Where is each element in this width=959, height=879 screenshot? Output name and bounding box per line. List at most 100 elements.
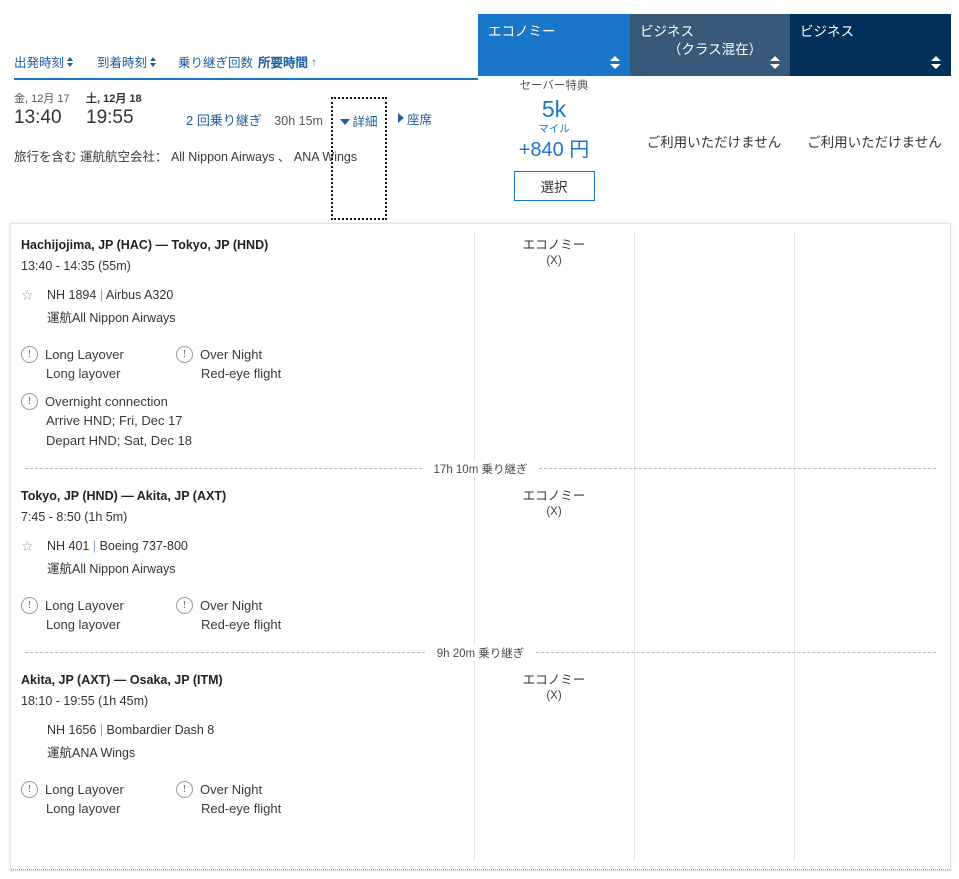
segment-fare-class: (X)	[546, 506, 562, 518]
flight-number: NH 401	[47, 539, 90, 553]
warning-icon: !	[21, 346, 38, 363]
details-link[interactable]: 詳細	[340, 111, 378, 218]
tab-business-mixed-line1: ビジネス	[640, 24, 694, 39]
sort-duration[interactable]: 所要時間 ↑	[258, 52, 317, 71]
warning-header: ! Long Layover	[21, 780, 176, 799]
tab-business-mixed-sort-icon[interactable]	[770, 54, 780, 70]
flight-segment: Tokyo, JP (HND) — Akita, JP (AXT) 7:45 -…	[11, 475, 950, 645]
flight-number: NH 1656	[47, 723, 97, 737]
tab-business-mixed-line2: （クラス混在）	[667, 42, 763, 57]
itinerary-summary: 金, 12月 17 13:40 土, 12月 18 19:55 2 回乗り継ぎ …	[14, 92, 484, 165]
layover-divider: 17h 10m 乗り継ぎ	[11, 460, 950, 477]
segment-flight-row: ☆ NH 401 | Boeing 737-800	[21, 537, 950, 555]
tab-economy[interactable]: エコノミー	[478, 14, 630, 76]
warning-icon: !	[21, 597, 38, 614]
warning-over-night: ! Over Night Red-eye flight	[176, 596, 331, 635]
sort-stops[interactable]: 乗り継ぎ回数	[178, 52, 253, 71]
tab-business-sort-icon[interactable]	[931, 54, 941, 70]
flight-number: NH 1894	[47, 288, 97, 302]
chevron-down-icon	[340, 119, 351, 125]
segment-operated-by: 運航All Nippon Airways	[47, 311, 176, 325]
select-button[interactable]: 選択	[513, 171, 595, 201]
sort-updown-icon	[67, 56, 74, 67]
segment-fare-class: (X)	[546, 255, 562, 267]
aircraft-type: Bombardier Dash 8	[106, 723, 215, 737]
aircraft-type: Airbus A320	[105, 288, 174, 302]
seats-link-label: 座席	[407, 113, 433, 127]
segment-cabin-name: エコノミー	[522, 489, 586, 503]
segment-cabin-name: エコノミー	[522, 238, 586, 252]
warning-title: Overnight connection	[45, 394, 168, 409]
layover-dash-right	[539, 468, 937, 469]
warning-header: ! Over Night	[176, 596, 331, 615]
flight-segment: Hachijojima, JP (HAC) — Tokyo, JP (HND) …	[11, 224, 950, 461]
warning-title: Over Night	[200, 598, 263, 613]
fare-business-mixed-unavailable: ご利用いただけません	[646, 135, 782, 150]
tab-business-label: ビジネス	[800, 24, 854, 39]
arrival-block: 土, 12月 18 19:55	[86, 92, 186, 130]
cabin-class-tabs: エコノミー ビジネス （クラス混在） ビジネス	[478, 14, 951, 76]
seats-link[interactable]: 座席	[398, 109, 432, 128]
warning-header: ! Over Night	[176, 780, 331, 799]
warning-subtitle: Red-eye flight	[201, 617, 282, 632]
segment-cabin-cell: エコノミー (X)	[474, 487, 634, 520]
warning-icon: !	[21, 781, 38, 798]
chevron-right-icon	[398, 113, 404, 123]
sort-departure-time[interactable]: 出発時刻	[14, 52, 74, 71]
segment-warnings: ! Long Layover Long layover ! Over Night…	[21, 596, 950, 635]
stops-count[interactable]: 2 回乗り継ぎ	[186, 113, 262, 128]
warning-long-layover: ! Long Layover Long layover	[21, 345, 176, 384]
warning-subtitle: Long layover	[46, 801, 121, 816]
sort-duration-label: 所要時間	[258, 56, 309, 70]
flight-search-result-page: エコノミー ビジネス （クラス混在） ビジネス 出発時刻 到着時刻 乗り継ぎ回数…	[0, 0, 959, 879]
operating-carriers-line: 旅行を含む 運航航空会社： All Nippon Airways 、 ANA W…	[14, 150, 358, 164]
tab-economy-sort-icon[interactable]	[610, 54, 620, 70]
warning-long-layover: ! Long Layover Long layover	[21, 780, 176, 819]
segment-flight-info: NH 401 | Boeing 737-800	[47, 539, 188, 553]
warning-row: ! Long Layover Long layover ! Over Night…	[21, 780, 950, 819]
segment-cabin-cell: エコノミー (X)	[474, 236, 634, 269]
layover-dash-left	[25, 652, 425, 653]
details-link-label: 詳細	[352, 115, 378, 129]
sort-departure-label: 出発時刻	[14, 56, 65, 70]
total-duration: 30h 15m	[274, 114, 323, 128]
fare-business-unavailable: ご利用いただけません	[807, 135, 942, 150]
warning-icon: !	[21, 393, 38, 410]
sort-bar: 出発時刻 到着時刻 乗り継ぎ回数 所要時間 ↑	[14, 52, 478, 80]
sort-ascending-arrow-icon: ↑	[311, 54, 318, 69]
departure-date: 金, 12月 17	[14, 93, 70, 105]
warning-icon: !	[176, 781, 193, 798]
segment-cabin-name: エコノミー	[522, 673, 586, 687]
warning-row: ! Overnight connection Arrive HND; Fri, …	[21, 392, 950, 451]
warning-subtitle: Red-eye flight	[201, 366, 282, 381]
warning-title: Over Night	[200, 347, 263, 362]
aircraft-type: Boeing 737-800	[99, 539, 188, 553]
tab-business-mixed-label: ビジネス （クラス混在）	[640, 23, 790, 59]
warning-icon: !	[176, 597, 193, 614]
layover-dash-left	[25, 468, 422, 469]
warning-title: Long Layover	[45, 347, 124, 362]
warning-header: ! Long Layover	[21, 596, 176, 615]
flight-segment: Akita, JP (AXT) — Osaka, JP (ITM) 18:10 …	[11, 659, 950, 829]
details-toggle-button[interactable]: 詳細	[331, 97, 387, 220]
panel-bottom-divider	[11, 869, 950, 870]
sort-arrival-time[interactable]: 到着時刻	[97, 52, 157, 71]
star-alliance-icon: ☆	[21, 538, 34, 554]
tab-business-mixed[interactable]: ビジネス （クラス混在）	[630, 14, 790, 76]
fare-miles-unit: マイル	[538, 123, 570, 135]
segment-warnings: ! Long Layover Long layover ! Over Night…	[21, 345, 950, 451]
warning-header: ! Over Night	[176, 345, 331, 364]
warning-row: ! Long Layover Long layover ! Over Night…	[21, 345, 950, 384]
warning-subtitle: Long layover	[46, 617, 121, 632]
segment-operated-by: 運航All Nippon Airways	[47, 562, 176, 576]
fare-economy-cell: セーバー特典 5k マイル +840 円 選択	[478, 78, 630, 201]
arrival-time: 19:55	[86, 107, 134, 128]
warning-icon: !	[176, 346, 193, 363]
segment-flight-row: NH 1656 | Bombardier Dash 8	[21, 721, 950, 739]
warning-over-night: ! Over Night Red-eye flight	[176, 345, 331, 384]
tab-business[interactable]: ビジネス	[790, 14, 951, 76]
warning-header: ! Overnight connection	[21, 392, 441, 411]
warning-long-layover: ! Long Layover Long layover	[21, 596, 176, 635]
warning-over-night: ! Over Night Red-eye flight	[176, 780, 331, 819]
warning-subtitle: Red-eye flight	[201, 801, 282, 816]
